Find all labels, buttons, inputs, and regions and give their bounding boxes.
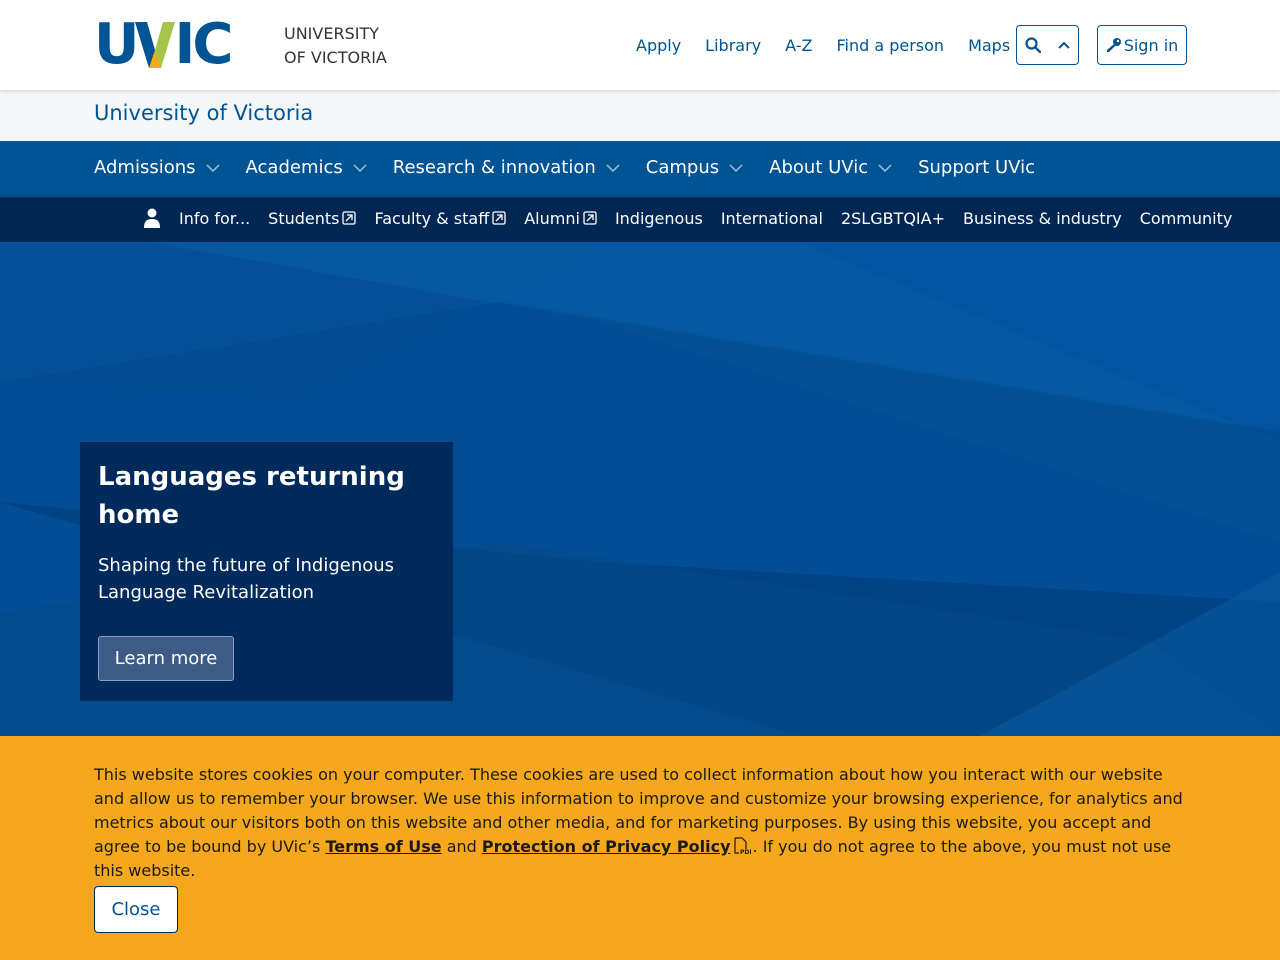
chevron-down-icon xyxy=(353,163,367,172)
nav-campus[interactable]: Campus xyxy=(646,157,743,178)
external-link-icon xyxy=(492,211,506,225)
link-maps[interactable]: Maps xyxy=(968,34,1010,58)
logo-letter-u: U xyxy=(94,12,140,77)
logo-letters-ic: IC xyxy=(174,12,233,77)
sign-in-label: Sign in xyxy=(1123,35,1179,55)
nav-about-label: About UVic xyxy=(769,157,869,178)
nav-research-label: Research & innovation xyxy=(392,157,596,178)
chevron-down-icon xyxy=(878,163,892,172)
main-navigation: Admissions Academics Research & innovati… xyxy=(0,141,1280,197)
pdf-icon: PDF xyxy=(733,837,751,855)
link-library[interactable]: Library xyxy=(705,34,761,58)
svg-text:PDF: PDF xyxy=(740,849,751,855)
audience-alumni[interactable]: Alumni xyxy=(524,209,597,228)
external-link-icon xyxy=(583,211,597,225)
nav-academics-label: Academics xyxy=(245,157,343,178)
cookie-text-and: and xyxy=(441,837,482,856)
audience-students-label: Students xyxy=(268,208,340,228)
nav-academics[interactable]: Academics xyxy=(246,157,367,178)
site-title-bar: University of Victoria xyxy=(0,90,1280,141)
university-name: UNIVERSITY OF VICTORIA xyxy=(284,22,387,70)
chevron-up-icon xyxy=(1058,41,1070,49)
chevron-down-icon xyxy=(205,163,220,172)
audience-2slgbtqia[interactable]: 2SLGBTQIA+ xyxy=(841,209,945,228)
uvic-logo[interactable]: U IC xyxy=(94,12,233,77)
terms-of-use-link[interactable]: Terms of Use xyxy=(325,837,441,856)
sign-in-button[interactable]: Sign in xyxy=(1097,25,1187,65)
person-icon xyxy=(144,208,160,228)
nav-research-innovation[interactable]: Research & innovation xyxy=(393,157,620,178)
search-toggle-button[interactable] xyxy=(1016,25,1079,65)
hero-card: Languages returning home Shaping the fut… xyxy=(80,442,453,701)
university-name-line1: UNIVERSITY xyxy=(284,24,379,43)
university-name-line2: OF VICTORIA xyxy=(284,48,387,67)
cookie-notice-text: This website stores cookies on your comp… xyxy=(94,763,1194,883)
audience-students[interactable]: Students xyxy=(268,208,357,228)
nav-admissions-label: Admissions xyxy=(94,157,196,178)
link-find-a-person[interactable]: Find a person xyxy=(836,34,944,58)
audience-faculty-staff[interactable]: Faculty & staff xyxy=(374,209,506,228)
audience-community[interactable]: Community xyxy=(1140,209,1233,228)
privacy-policy-link[interactable]: Protection of Privacy Policy xyxy=(482,837,731,856)
logo-letter-v xyxy=(135,22,176,68)
hero-subtitle: Shaping the future of Indigenous Languag… xyxy=(98,555,395,603)
audience-business-industry[interactable]: Business & industry xyxy=(963,209,1122,228)
audience-faculty-label: Faculty & staff xyxy=(374,208,490,228)
key-icon xyxy=(1106,38,1121,52)
site-title[interactable]: University of Victoria xyxy=(94,101,313,125)
search-icon xyxy=(1025,37,1042,53)
external-link-icon xyxy=(342,211,357,225)
chevron-down-icon xyxy=(729,163,743,172)
nav-admissions[interactable]: Admissions xyxy=(94,157,220,178)
audience-navigation: Info for... Students Faculty & staff Alu… xyxy=(0,197,1280,242)
link-apply[interactable]: Apply xyxy=(636,34,681,58)
nav-campus-label: Campus xyxy=(645,157,720,178)
utility-links: Apply Library A-Z Find a person Maps xyxy=(624,34,1022,58)
nav-support-uvic[interactable]: Support UVic xyxy=(918,157,1035,178)
hero-banner: Languages returning home Shaping the fut… xyxy=(0,242,1280,736)
hero-title: Languages returning home xyxy=(98,462,405,530)
learn-more-button[interactable]: Learn more xyxy=(98,636,234,681)
cookie-close-button[interactable]: Close xyxy=(94,886,178,933)
chevron-down-icon xyxy=(606,163,620,172)
audience-international[interactable]: International xyxy=(721,209,823,228)
audience-label[interactable]: Info for... xyxy=(179,209,250,228)
site-header: U IC UNIVERSITY OF VICTORIA Apply Librar… xyxy=(0,0,1280,90)
nav-support-label: Support UVic xyxy=(918,157,1035,178)
link-a-z[interactable]: A-Z xyxy=(785,34,812,58)
audience-indigenous[interactable]: Indigenous xyxy=(615,209,703,228)
audience-alumni-label: Alumni xyxy=(524,208,580,228)
nav-about-uvic[interactable]: About UVic xyxy=(769,157,892,178)
cookie-banner: This website stores cookies on your comp… xyxy=(0,736,1280,960)
